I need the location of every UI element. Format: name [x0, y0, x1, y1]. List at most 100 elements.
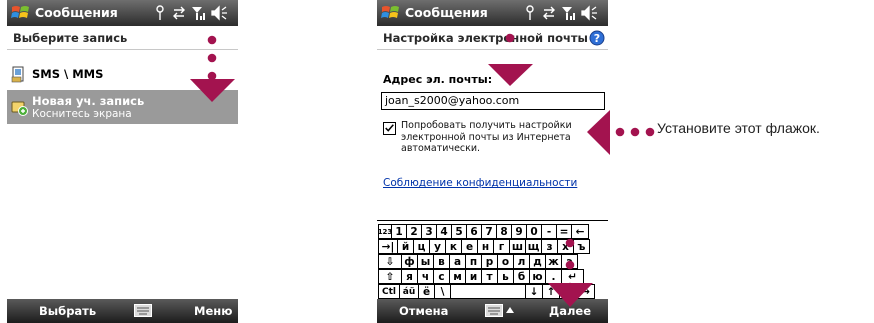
list-item-new-account[interactable]: Новая уч. запись Коснитесь экрана — [7, 90, 238, 124]
keyboard-row: →| й ц у к е н г ш щ з х ъ — [378, 239, 590, 254]
key[interactable]: ы — [417, 254, 434, 269]
tab-key[interactable]: →| — [378, 239, 398, 254]
softkey-select[interactable]: Выбрать — [39, 304, 96, 318]
status-icons[interactable] — [154, 4, 236, 22]
space-key[interactable] — [450, 284, 526, 299]
key[interactable]: 4 — [436, 224, 452, 239]
softkey-cancel[interactable]: Отмена — [399, 304, 448, 318]
key[interactable]: 9 — [511, 224, 527, 239]
key[interactable]: р — [481, 254, 498, 269]
key[interactable]: з — [541, 239, 558, 254]
key[interactable]: 8 — [496, 224, 512, 239]
keyboard-row: 123 1 2 3 4 5 6 7 8 9 0 - = ← — [378, 224, 589, 239]
list-item-title: SMS \ MMS — [32, 67, 104, 81]
key[interactable]: л — [513, 254, 530, 269]
screen-email-setup: Сообщения Настройка электронной почты ? — [377, 0, 608, 323]
key[interactable]: щ — [525, 239, 542, 254]
key[interactable]: с — [433, 269, 450, 284]
key[interactable]: 5 — [451, 224, 467, 239]
key[interactable]: м — [449, 269, 466, 284]
sync-icon — [543, 6, 555, 20]
key[interactable]: ю — [529, 269, 546, 284]
key[interactable]: \ — [434, 284, 451, 299]
accent-key[interactable]: áü — [399, 284, 419, 299]
key[interactable]: ъ — [573, 239, 590, 254]
key[interactable]: 6 — [466, 224, 482, 239]
key[interactable]: 1 — [391, 224, 407, 239]
key[interactable]: ё — [418, 284, 435, 299]
key[interactable]: ф — [401, 254, 418, 269]
svg-text:?: ? — [594, 32, 600, 45]
volume-icon — [211, 5, 227, 21]
key[interactable]: 0 — [526, 224, 542, 239]
ctrl-key[interactable]: Ctl — [378, 284, 400, 299]
caps-key[interactable]: ⇩ — [378, 254, 402, 269]
enter-key[interactable]: ↵ — [561, 269, 584, 284]
key[interactable]: о — [497, 254, 514, 269]
keyboard-row: ⇧ я ч с м и т ь б ю . ↵ — [378, 269, 584, 284]
right-key[interactable]: → — [576, 284, 595, 299]
key[interactable]: . — [545, 269, 562, 284]
key[interactable]: х — [557, 239, 574, 254]
key[interactable]: б — [513, 269, 530, 284]
key[interactable]: й — [397, 239, 414, 254]
auto-settings-label: Попробовать получить настройки электронн… — [401, 120, 572, 154]
down-key[interactable]: ↓ — [525, 284, 543, 299]
up-key[interactable]: ↑ — [542, 284, 560, 299]
start-menu-icon[interactable] — [11, 4, 30, 22]
key[interactable]: у — [429, 239, 446, 254]
backspace-key[interactable]: ← — [571, 224, 589, 239]
key[interactable]: д — [529, 254, 546, 269]
key[interactable]: ж — [545, 254, 562, 269]
key[interactable]: т — [481, 269, 498, 284]
key[interactable]: н — [477, 239, 494, 254]
left-key[interactable]: ← — [559, 284, 577, 299]
chevron-up-icon[interactable] — [506, 307, 514, 313]
key[interactable]: а — [449, 254, 466, 269]
start-menu-icon[interactable] — [381, 4, 400, 22]
key[interactable]: и — [465, 269, 482, 284]
signal-icon — [192, 7, 205, 20]
key[interactable]: - — [541, 224, 557, 239]
keyboard-icon[interactable] — [134, 304, 152, 317]
key[interactable]: я — [401, 269, 418, 284]
key[interactable]: 3 — [421, 224, 437, 239]
title-bar: Сообщения — [377, 0, 608, 26]
softkey-next[interactable]: Далее — [549, 304, 591, 318]
email-field[interactable]: joan_s2000@yahoo.com — [381, 92, 605, 110]
title-bar: Сообщения — [7, 0, 238, 26]
list-item-sms-mms[interactable]: SMS \ MMS — [7, 60, 238, 90]
help-icon[interactable]: ? — [589, 30, 605, 46]
app-title: Сообщения — [405, 5, 488, 20]
subheader: Настройка электронной почты ? — [377, 26, 608, 50]
key[interactable]: э — [561, 254, 578, 269]
key[interactable]: = — [556, 224, 572, 239]
key[interactable]: п — [465, 254, 482, 269]
key[interactable]: 123 — [378, 224, 392, 239]
subheader: Выберите запись — [7, 26, 238, 50]
key[interactable]: 2 — [406, 224, 422, 239]
key[interactable]: ц — [413, 239, 430, 254]
on-screen-keyboard: 123 1 2 3 4 5 6 7 8 9 0 - = ← →| й ц у к… — [377, 220, 608, 299]
key[interactable]: к — [445, 239, 462, 254]
list-item-title: Новая уч. запись — [32, 94, 145, 108]
key[interactable]: 7 — [481, 224, 497, 239]
key[interactable]: ш — [509, 239, 526, 254]
status-icons[interactable] — [524, 4, 606, 22]
key[interactable]: в — [433, 254, 450, 269]
antenna-icon — [156, 5, 164, 20]
key[interactable]: г — [493, 239, 510, 254]
key[interactable]: ь — [497, 269, 514, 284]
email-label: Адрес эл. почты: — [383, 73, 493, 86]
softkey-menu[interactable]: Меню — [194, 304, 232, 318]
key[interactable]: е — [461, 239, 478, 254]
keyboard-row: Ctl áü ё \ ↓ ↑ ← → — [378, 284, 595, 299]
privacy-link[interactable]: Соблюдение конфиденциальности — [383, 177, 577, 189]
shift-key[interactable]: ⇧ — [378, 269, 402, 284]
keyboard-icon[interactable] — [485, 304, 503, 317]
sms-icon — [11, 66, 24, 83]
softkey-bar: Выбрать Меню — [7, 299, 238, 323]
sync-icon — [173, 6, 185, 20]
auto-settings-checkbox[interactable] — [383, 122, 396, 135]
key[interactable]: ч — [417, 269, 434, 284]
